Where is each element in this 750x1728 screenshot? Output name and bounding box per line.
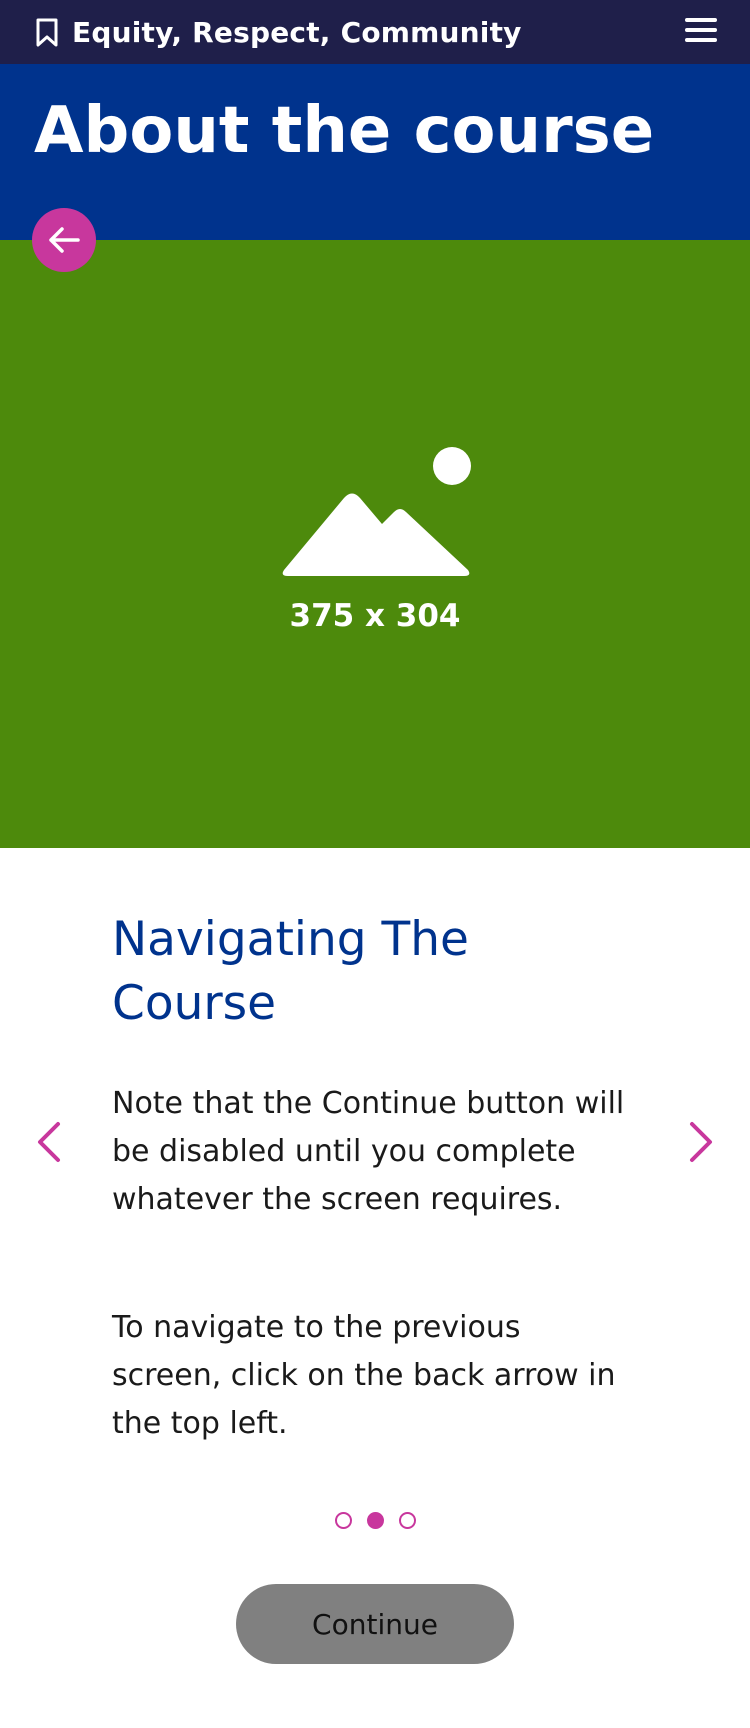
continue-button[interactable]: Continue bbox=[236, 1584, 514, 1664]
hamburger-menu-icon[interactable] bbox=[682, 14, 720, 50]
page-header: About the course bbox=[0, 64, 750, 240]
chevron-left-icon[interactable] bbox=[28, 1112, 68, 1172]
carousel-dot-3[interactable] bbox=[399, 1512, 416, 1529]
page-title: About the course bbox=[34, 94, 655, 168]
image-placeholder-icon bbox=[282, 447, 471, 576]
paragraph-back-note: To navigate to the previous screen, clic… bbox=[112, 1310, 616, 1441]
arrow-left-icon bbox=[49, 227, 80, 253]
content-panel: Navigating The Course Note that the Cont… bbox=[0, 848, 750, 1728]
back-button[interactable] bbox=[32, 208, 96, 272]
bookmark-icon[interactable] bbox=[34, 18, 60, 48]
chevron-right-icon[interactable] bbox=[682, 1112, 722, 1172]
image-size-label: 375 x 304 bbox=[289, 598, 461, 634]
hero-image: 375 x 304 bbox=[0, 240, 750, 848]
course-title: Equity, Respect, Community bbox=[72, 16, 522, 49]
paragraph-continue-note: Note that the Continue button will be di… bbox=[112, 1086, 625, 1217]
carousel-dot-2[interactable] bbox=[367, 1512, 384, 1529]
carousel-dots bbox=[0, 1508, 750, 1532]
carousel-dot-1[interactable] bbox=[335, 1512, 352, 1529]
section-title: Navigating The Course bbox=[112, 912, 469, 1031]
top-bar: Equity, Respect, Community bbox=[0, 0, 750, 64]
